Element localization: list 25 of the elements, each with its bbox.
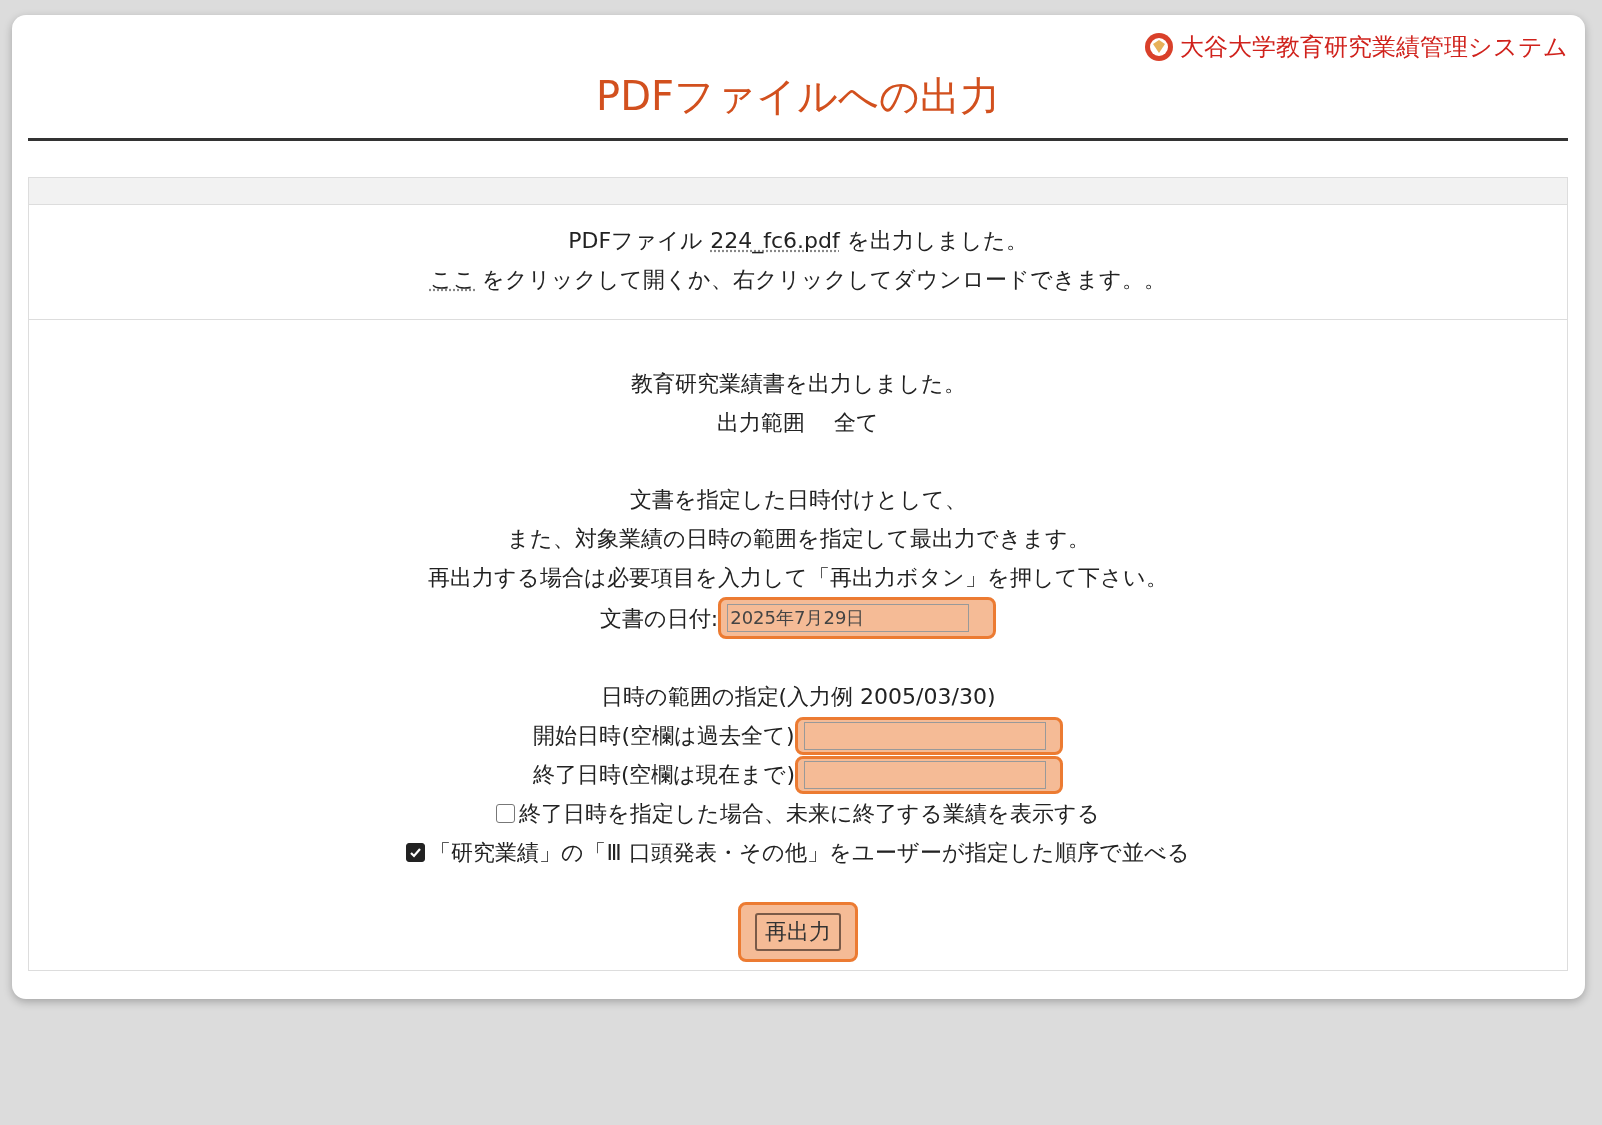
download-message: ここ をクリックして開くか、右クリックしてダウンロードできます。。 (429, 266, 1167, 294)
result-text: 教育研究業績書を出力しました。 (630, 370, 966, 398)
checkbox-label: 「研究業績」の「Ⅲ 口頭発表・その他」をユーザーが指定した順序で並べる (429, 839, 1190, 867)
open-link[interactable]: ここ (429, 267, 476, 292)
pdf-file-link[interactable]: 224_fc6.pdf (710, 228, 840, 253)
field-label: 文書の日付: (599, 604, 719, 633)
instruction-text: 再出力する場合は必要項目を入力して「再出力ボタン」を押して下さい。 (428, 564, 1168, 592)
date-field[interactable] (795, 755, 1064, 794)
checkbox-label: 終了日時を指定した場合、未来に終了する業績を表示する (519, 800, 1100, 828)
date-field[interactable] (794, 716, 1063, 755)
date-field[interactable]: 2025年7月29日 (718, 597, 997, 639)
check-icon (409, 846, 423, 859)
page-title: PDFファイルへの出力 (595, 72, 1001, 121)
instruction-text: 文書を指定した日時付けとして、 (629, 486, 967, 514)
field-label: 開始日時(空欄は過去全て) (533, 722, 795, 750)
reoutput-button[interactable]: 再出力 (755, 913, 841, 951)
field-label: 終了日時(空欄は現在まで) (532, 761, 796, 789)
output-message: PDFファイル 224_fc6.pdf を出力しました。 (568, 227, 1028, 256)
checkbox[interactable] (406, 843, 426, 862)
logo-icon (1144, 32, 1174, 62)
checkbox[interactable] (496, 804, 515, 823)
system-name: 大谷大学教育研究業績管理システム (1180, 32, 1568, 63)
instruction-text: また、対象業績の日時の範囲を指定して最出力できます。 (506, 525, 1090, 553)
range-heading: 日時の範囲の指定(入力例 2005/03/30) (600, 683, 996, 711)
result-text: 出力範囲 全て (717, 409, 879, 437)
